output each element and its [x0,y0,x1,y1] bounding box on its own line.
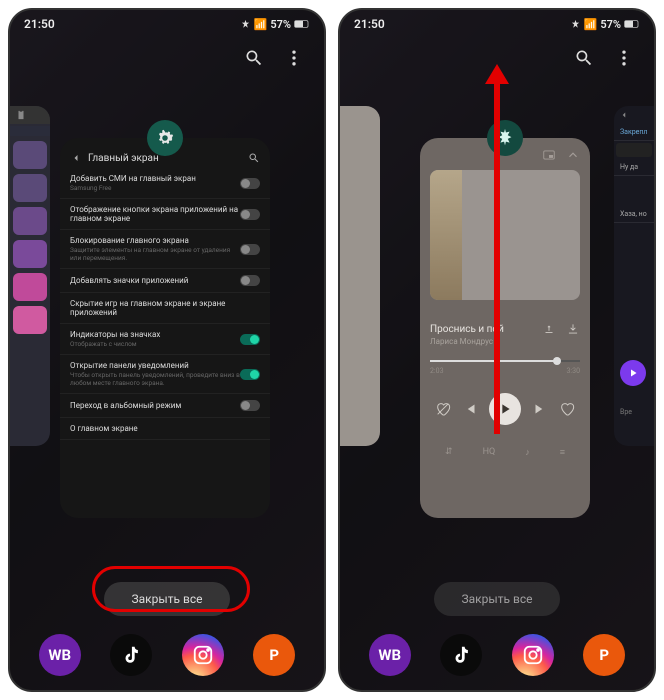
toggle[interactable] [240,209,260,220]
dock-app[interactable]: P [583,634,625,676]
setting-row[interactable]: Добавить СМИ на главный экранSamsung Fre… [60,168,270,199]
setting-row[interactable]: Скрытие игр на главном экране и экране п… [60,293,270,324]
toggle[interactable] [240,400,260,411]
collapse-icon[interactable] [566,148,580,162]
swipe-up-arrow [485,64,509,434]
phone-left: 21:50 📶 57% Главный экран [8,8,326,692]
toggle[interactable] [240,275,260,286]
recents-topbar [10,38,324,82]
pip-icon[interactable] [542,148,556,162]
toggle[interactable] [240,244,260,255]
music-bottom-item[interactable]: ≡ [560,447,565,458]
download-icon[interactable] [566,322,580,336]
toggle[interactable] [240,334,260,345]
dislike-icon[interactable] [435,401,451,417]
setting-row[interactable]: Блокирование главного экранаЗащитите эле… [60,230,270,269]
more-icon[interactable] [614,48,634,72]
setting-row[interactable]: Открытие панели уведомленийЧтобы открыть… [60,355,270,394]
status-time: 21:50 [24,17,55,31]
status-bar: 21:50 📶 57% [10,10,324,38]
setting-row[interactable]: Индикаторы на значкахОтображать с числом [60,324,270,355]
settings-rows: Добавить СМИ на главный экранSamsung Fre… [60,168,270,440]
dock-app[interactable] [440,634,482,676]
dock-app[interactable]: WB [39,634,81,676]
status-time: 21:50 [354,17,385,31]
toggle[interactable] [240,369,260,380]
close-all-button[interactable]: Закрыть все [434,582,560,616]
dock-app[interactable] [512,634,554,676]
like-icon[interactable] [559,401,575,417]
dock-app[interactable] [182,634,224,676]
setting-row[interactable]: О главном экране [60,418,270,440]
settings-app-icon [147,120,183,156]
recents-card-settings[interactable]: Главный экран Добавить СМИ на главный эк… [60,138,270,518]
close-all-button[interactable]: Закрыть все [104,582,230,616]
back-icon[interactable] [70,152,82,164]
recents-content: Главный экран Добавить СМИ на главный эк… [10,82,324,574]
toggle[interactable] [240,178,260,189]
search-icon[interactable] [248,152,260,164]
dock: WB P [10,624,324,686]
prev-icon[interactable] [461,400,479,418]
setting-row[interactable]: Переход в альбомный режим [60,394,270,418]
setting-row[interactable]: Отображение кнопки экрана приложений на … [60,199,270,230]
song-title: Проснись и пой [430,324,532,335]
next-icon[interactable] [531,400,549,418]
search-icon[interactable] [574,48,594,72]
more-icon[interactable] [284,48,304,72]
dock: WB P [340,624,654,686]
dock-app[interactable] [110,634,152,676]
music-bottom-item[interactable]: HQ [483,447,496,458]
nav-bar [340,686,654,692]
dock-app[interactable]: P [253,634,295,676]
music-bottom-item[interactable]: ♪ [525,447,530,458]
nav-bar [10,686,324,692]
dock-app[interactable]: WB [369,634,411,676]
phone-right: 21:50 📶 57% Закрепл Ну да Хаза, но Вре [338,8,656,692]
search-icon[interactable] [244,48,264,72]
status-bar: 21:50 📶 57% [340,10,654,38]
status-right: 📶 57% [240,18,310,31]
music-bottom-item[interactable]: ⇵ [445,447,453,458]
share-icon[interactable] [542,322,556,336]
setting-row[interactable]: Добавлять значки приложений [60,269,270,293]
song-artist: Лариса Мондрус [430,337,532,346]
